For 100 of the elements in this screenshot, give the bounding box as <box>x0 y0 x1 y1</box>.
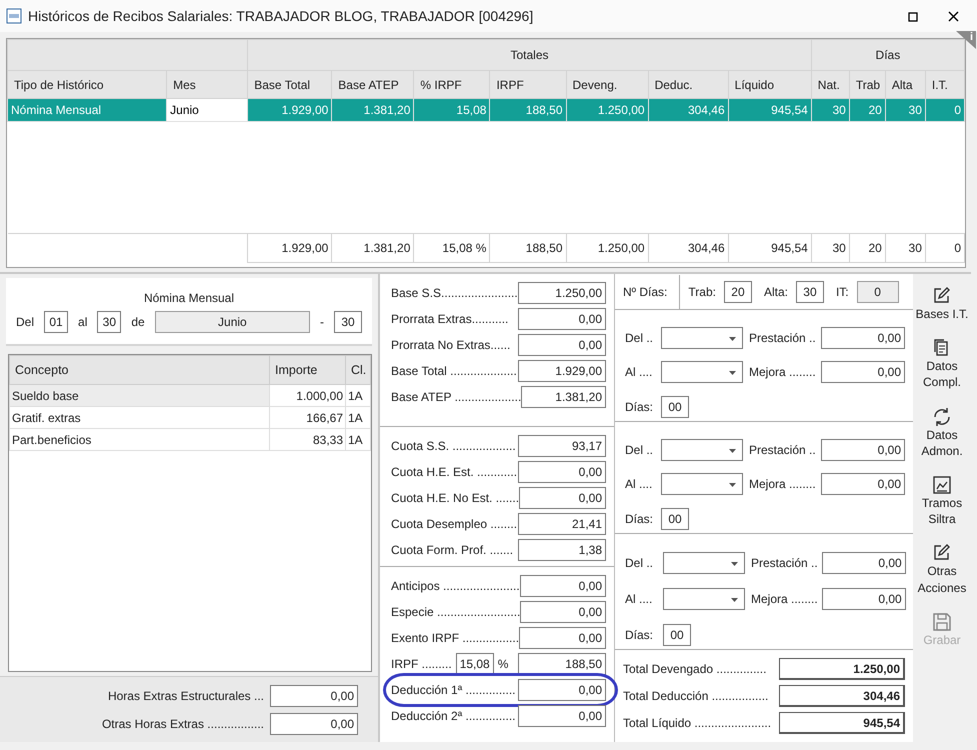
total-field[interactable]: 945,54 <box>779 712 905 734</box>
action-button[interactable]: Otras Acciones <box>913 541 971 598</box>
number-field[interactable]: 0,00 <box>518 679 606 701</box>
number-field[interactable]: 21,41 <box>518 513 606 535</box>
number-field[interactable]: 0,00 <box>822 552 906 574</box>
field-label: Otras Horas Extras ................. <box>102 716 264 732</box>
date-dropdown[interactable] <box>661 473 743 496</box>
number-field[interactable]: 0,00 <box>822 588 906 610</box>
total-cell: 188,50 <box>490 234 566 262</box>
column-header[interactable]: I.T. <box>925 70 964 98</box>
number-field[interactable]: 0,00 <box>821 473 905 496</box>
column-header[interactable]: Líquido <box>728 70 812 98</box>
number-field[interactable]: 1,38 <box>518 539 606 561</box>
field-label: Prorrata Extras........... <box>391 311 508 328</box>
date-dropdown[interactable] <box>661 326 743 349</box>
date-dropdown[interactable] <box>663 588 745 610</box>
table-cell: Nómina Mensual <box>8 98 167 122</box>
day-field[interactable]: 00 <box>661 508 689 530</box>
day-field[interactable]: 01 <box>44 311 68 333</box>
table-cell: 1.929,00 <box>248 98 332 122</box>
number-field[interactable]: 0,00 <box>821 326 905 349</box>
table-row[interactable]: Part.beneficios 83,33 1A <box>10 428 370 450</box>
column-header[interactable]: Deduc. <box>648 70 728 98</box>
column-header[interactable]: Trab <box>849 70 886 98</box>
day-field[interactable]: 20 <box>724 280 752 302</box>
month-field[interactable]: Junio <box>154 311 310 333</box>
date-dropdown[interactable] <box>661 438 743 461</box>
caret-icon <box>729 336 736 341</box>
number-field[interactable]: 15,08 <box>456 653 494 675</box>
number-field[interactable]: 0,00 <box>518 308 606 330</box>
action-button[interactable]: Datos Compl. <box>913 336 971 393</box>
number-field[interactable]: 0,00 <box>270 712 358 734</box>
number-field[interactable]: 1.929,00 <box>518 360 606 382</box>
separator-text: - <box>320 314 324 331</box>
total-label: Total Deducción ................. <box>623 688 768 705</box>
column-header[interactable]: Mes <box>166 70 248 98</box>
column-header[interactable]: Base Total <box>248 70 332 98</box>
total-label: Total Devengado ............... <box>623 661 766 678</box>
number-field[interactable]: 0,00 <box>270 684 358 706</box>
field-label: Mejora ........ <box>751 590 818 608</box>
column-header[interactable]: Nat. <box>811 70 850 98</box>
field-label: Prestación .. <box>749 442 817 459</box>
table-row[interactable]: Gratif. extras 166,67 1A <box>10 406 370 428</box>
column-header[interactable]: Deveng. <box>566 70 648 98</box>
table-cell: 83,33 <box>270 428 346 450</box>
number-field[interactable]: 0,00 <box>520 575 606 597</box>
table-cell: 15,08 <box>414 98 490 122</box>
column-header[interactable]: Base ATEP <box>332 70 414 98</box>
table-cell: 1A <box>346 406 370 428</box>
number-field[interactable]: 188,50 <box>518 653 606 675</box>
table-cell: 1A <box>346 384 370 406</box>
field-label: Del .. <box>625 442 654 459</box>
action-button[interactable]: Datos Admon. <box>913 404 971 461</box>
field-label: Al .... <box>625 364 654 382</box>
field-label: Del .. <box>625 330 654 347</box>
table-row[interactable]: Nómina Mensual Junio 1.929,00 1.381,20 15,08 188,50 1.250,00 304,46 945,54 30 20 30 0 <box>8 98 964 122</box>
day-field[interactable]: 30 <box>97 311 122 333</box>
column-header[interactable]: % IRPF <box>414 70 490 98</box>
number-field[interactable]: 1.381,20 <box>521 386 606 408</box>
table-cell: 304,46 <box>648 98 728 122</box>
column-header[interactable]: Tipo de Histórico <box>8 70 167 98</box>
number-field[interactable]: 0,00 <box>520 601 606 623</box>
table-row[interactable]: Sueldo base 1.000,00 1A <box>10 384 370 406</box>
column-header[interactable]: Alta <box>885 70 926 98</box>
number-field[interactable]: 0,00 <box>821 438 905 461</box>
field-label: Base ATEP .................... <box>391 389 522 406</box>
action-button[interactable]: Tramos Siltra <box>913 472 971 530</box>
date-dropdown[interactable] <box>661 361 743 384</box>
field-label: Días: <box>625 511 654 528</box>
number-field[interactable]: 1.250,00 <box>518 282 606 304</box>
action-button[interactable]: Bases I.T. <box>913 284 971 324</box>
day-field[interactable]: 00 <box>663 624 691 646</box>
day-field[interactable]: 30 <box>334 311 362 333</box>
field-label: Alta: <box>764 284 788 300</box>
date-dropdown[interactable] <box>663 552 745 574</box>
day-field[interactable]: 00 <box>661 396 689 418</box>
field-label: Anticipos ....................... <box>391 578 520 595</box>
total-field[interactable]: 304,46 <box>779 685 905 707</box>
total-field[interactable]: 1.250,00 <box>779 658 905 680</box>
total-cell: 30 <box>811 234 850 262</box>
day-field[interactable]: 30 <box>796 280 824 302</box>
caret-icon <box>729 483 736 488</box>
number-field[interactable]: 0,00 <box>518 461 606 483</box>
number-field[interactable]: 93,17 <box>518 435 606 457</box>
field-label: Exento IRPF ................. <box>391 630 520 647</box>
number-field[interactable]: 0,00 <box>518 705 606 727</box>
number-field[interactable]: 0,00 <box>518 334 606 356</box>
field-label: Cuota Form. Prof. ....... <box>391 542 514 559</box>
number-field[interactable]: 0,00 <box>519 627 606 649</box>
number-field[interactable]: 0,00 <box>519 487 606 509</box>
field-label: Cuota Desempleo ........ <box>391 516 518 533</box>
column-header[interactable]: Importe <box>270 356 346 384</box>
field-label: al <box>78 314 88 331</box>
field-label: Mejora ........ <box>749 476 817 494</box>
close-icon <box>948 11 959 22</box>
column-header[interactable]: Concepto <box>10 356 270 384</box>
column-header[interactable]: Cl. <box>346 356 370 384</box>
app-icon <box>6 8 22 24</box>
column-header[interactable]: IRPF <box>490 70 566 98</box>
number-field[interactable]: 0,00 <box>821 361 905 384</box>
